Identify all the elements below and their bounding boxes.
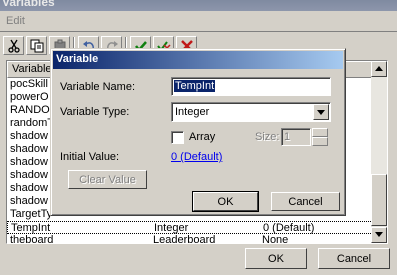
window-title-bar: Variables — [0, 0, 397, 11]
size-label: Size: — [255, 131, 280, 143]
arrow-down-icon — [375, 232, 383, 237]
list-item-name: pocSkill — [10, 78, 48, 90]
list-item-type: Leaderboard — [153, 234, 216, 244]
list-item-name: shadow — [10, 182, 48, 194]
variable-name-value: TempInt — [174, 80, 216, 92]
variable-name-input[interactable]: TempInt — [171, 77, 331, 96]
initial-value-link[interactable]: 0 (Default) — [171, 151, 222, 163]
dialog-title: Variable — [56, 53, 99, 65]
variable-dialog: Variable Variable Name: TempInt Variable… — [50, 48, 346, 216]
size-spinner[interactable] — [312, 128, 328, 146]
variable-name-label: Variable Name: — [60, 81, 135, 93]
chevron-down-icon — [317, 110, 325, 115]
spin-down-button[interactable] — [312, 137, 328, 146]
dialog-cancel-button[interactable]: Cancel — [271, 192, 340, 211]
vertical-scrollbar[interactable] — [371, 61, 387, 243]
arrow-up-icon — [375, 66, 383, 71]
array-label: Array — [189, 131, 216, 143]
list-item-name: shadow — [10, 156, 48, 168]
scroll-thumb[interactable] — [371, 174, 387, 226]
list-item-name: TargetTy — [10, 208, 53, 220]
scroll-down-button[interactable] — [371, 227, 387, 243]
cut-button[interactable] — [3, 36, 24, 55]
list-item[interactable]: theboard Leaderboard None — [7, 234, 379, 244]
scroll-up-button[interactable] — [371, 61, 387, 77]
dropdown-button[interactable] — [313, 104, 329, 120]
menu-bar: Edit — [0, 11, 397, 32]
copy-icon — [30, 39, 44, 53]
dialog-ok-button[interactable]: OK — [192, 191, 259, 212]
variable-type-label: Variable Type: — [60, 106, 130, 118]
spin-up-button[interactable] — [312, 128, 328, 137]
variable-type-select[interactable]: Integer — [171, 102, 331, 122]
array-checkbox[interactable] — [171, 131, 184, 144]
variable-type-value: Integer — [175, 106, 210, 118]
list-item-value: None — [262, 234, 289, 244]
clear-value-button[interactable]: Clear Value — [68, 170, 147, 189]
list-item-name: theboard — [10, 234, 54, 244]
list-item-name: shadow — [10, 195, 48, 207]
list-item-name: powerO — [10, 91, 49, 103]
list-item-name: shadow — [10, 169, 48, 181]
initial-value-label: Initial Value: — [60, 151, 120, 163]
cancel-button[interactable]: Cancel — [318, 248, 390, 269]
list-item-name: randomT — [10, 117, 55, 129]
list-item-name: shadow — [10, 130, 48, 142]
list-item-name: RANDO — [10, 104, 50, 116]
dialog-title-bar[interactable]: Variable — [53, 51, 343, 69]
list-item-name: shadow — [10, 143, 48, 155]
size-input[interactable]: 1 — [281, 128, 311, 146]
window-title: Variables — [2, 0, 55, 9]
list-item[interactable]: TempInt Integer 0 (Default) — [7, 221, 379, 234]
ok-button[interactable]: OK — [245, 248, 307, 269]
size-value: 1 — [284, 131, 291, 143]
copy-button[interactable] — [26, 36, 47, 55]
cut-icon — [8, 39, 20, 53]
menu-edit[interactable]: Edit — [6, 15, 25, 27]
